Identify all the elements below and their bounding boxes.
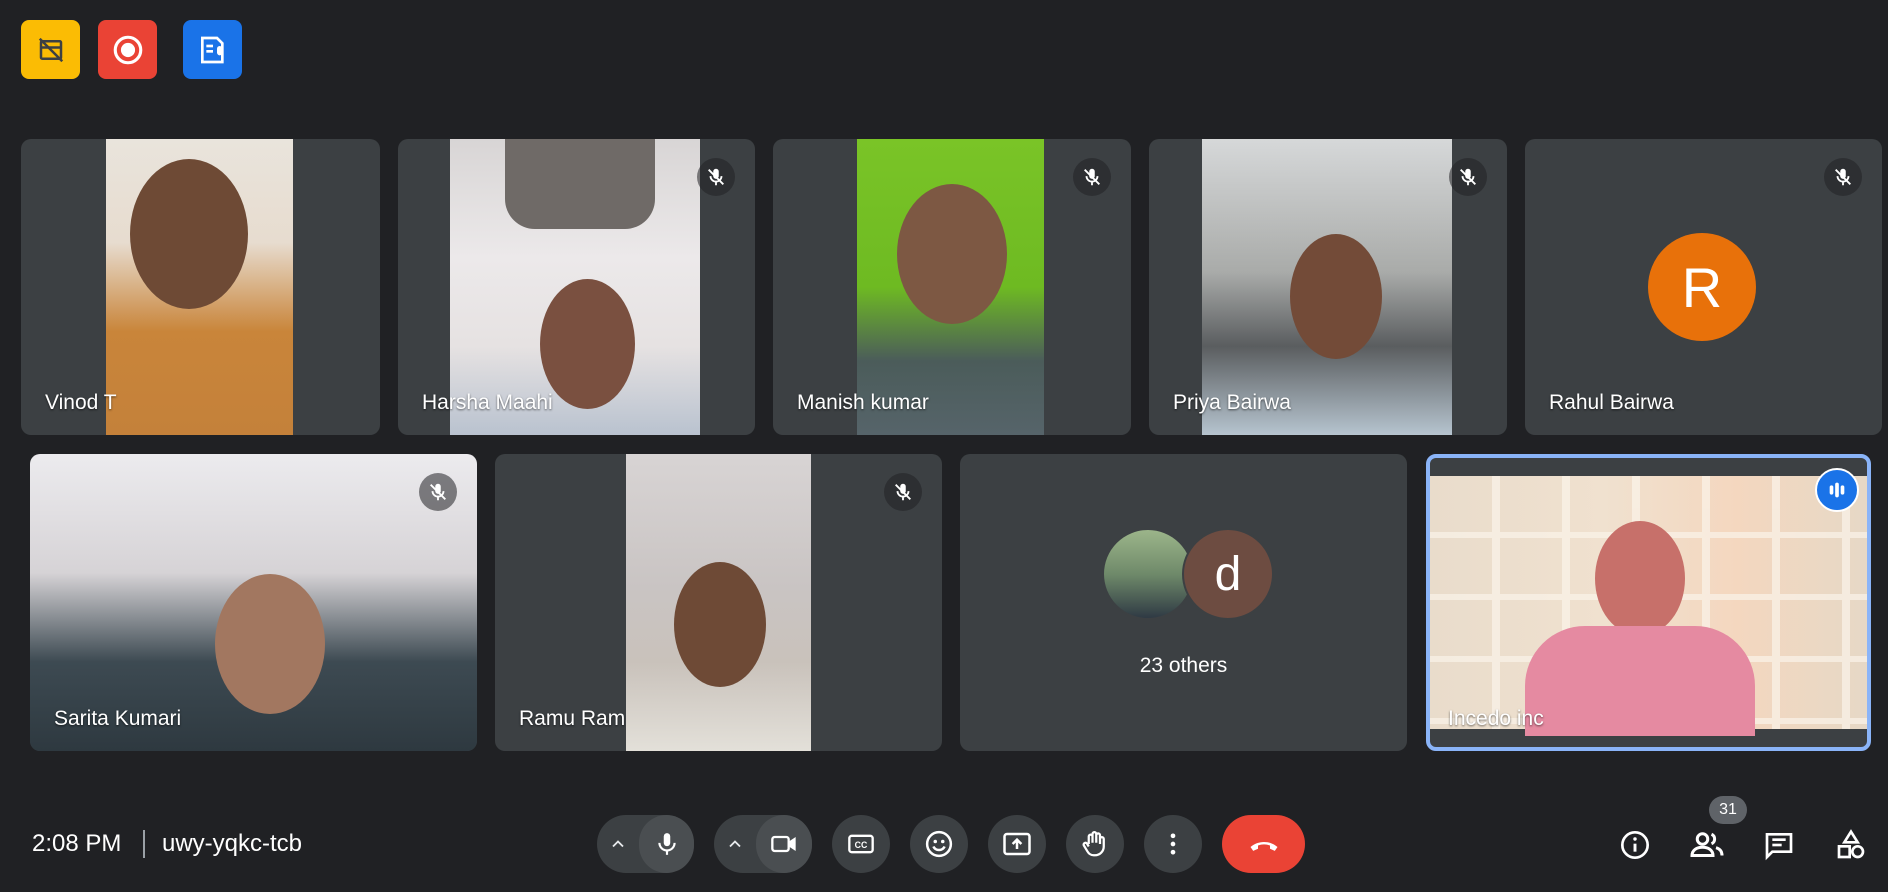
- people-count-badge: 31: [1709, 796, 1747, 824]
- raise-hand-button[interactable]: [1066, 815, 1124, 873]
- participant-avatar: R: [1648, 233, 1756, 341]
- muted-indicator: [419, 473, 457, 511]
- video-options-button[interactable]: [714, 834, 756, 854]
- camera-group: [714, 815, 812, 873]
- participant-tile-harsha-maahi[interactable]: Harsha Maahi: [398, 139, 755, 435]
- participant-tile-sarita-kumari[interactable]: Sarita Kumari: [30, 454, 477, 751]
- mic-off-icon: [1460, 168, 1476, 186]
- no-video-layout-icon: [38, 37, 63, 62]
- transcript-icon: [200, 36, 224, 63]
- shirt: [1525, 626, 1755, 736]
- participant-video: [626, 454, 811, 751]
- camera-button[interactable]: [756, 815, 812, 873]
- muted-indicator: [884, 473, 922, 511]
- captions-button[interactable]: CC: [832, 815, 890, 873]
- participant-tile-manish-kumar[interactable]: Manish kumar: [773, 139, 1131, 435]
- more-vert-icon: [1170, 833, 1176, 855]
- face-silhouette: [215, 574, 325, 714]
- no-video-indicator-button[interactable]: [21, 20, 80, 79]
- raise-hand-icon: [1082, 831, 1105, 857]
- end-call-button[interactable]: [1222, 815, 1305, 873]
- emoji-icon: [925, 830, 953, 858]
- mic-off-icon: [1835, 168, 1851, 186]
- face-silhouette: [1595, 521, 1685, 636]
- mic-off-icon: [430, 483, 446, 501]
- microphone-button[interactable]: [639, 815, 694, 873]
- audio-level-icon: [1829, 482, 1845, 498]
- meeting-code: uwy-yqkc-tcb: [162, 830, 303, 857]
- participant-tile-vinod-t[interactable]: Vinod T: [21, 139, 380, 435]
- present-icon: [1003, 832, 1031, 856]
- people-icon: [1690, 832, 1724, 857]
- chevron-up-icon: [612, 840, 624, 848]
- participant-video: [1430, 476, 1867, 736]
- avatar-letter: R: [1681, 255, 1723, 319]
- others-photo-avatar: [1102, 528, 1194, 620]
- participant-name: Manish kumar: [797, 391, 929, 414]
- participant-video: [106, 139, 293, 435]
- people-button[interactable]: [1682, 820, 1732, 870]
- chat-button[interactable]: [1754, 820, 1804, 870]
- activities-button[interactable]: [1826, 820, 1876, 870]
- meeting-details-button[interactable]: [1610, 820, 1660, 870]
- others-tile[interactable]: d 23 others: [960, 454, 1407, 751]
- hanging-clothes: [505, 139, 655, 229]
- avatar-letter: d: [1214, 547, 1242, 601]
- face-silhouette: [897, 184, 1007, 324]
- face-silhouette: [674, 562, 766, 687]
- divider: [143, 830, 145, 858]
- participant-tile-rahul-bairwa[interactable]: R Rahul Bairwa: [1525, 139, 1882, 435]
- audio-options-button[interactable]: [597, 834, 639, 854]
- svg-text:CC: CC: [855, 840, 868, 850]
- activities-icon: [1837, 829, 1865, 859]
- participant-name: Rahul Bairwa: [1549, 391, 1674, 414]
- participant-name: Sarita Kumari: [54, 707, 182, 730]
- microphone-group: [597, 815, 694, 873]
- face-silhouette: [130, 159, 248, 309]
- camera-icon: [771, 835, 796, 853]
- participant-tile-priya-bairwa[interactable]: Priya Bairwa: [1149, 139, 1507, 435]
- face-silhouette: [1290, 234, 1382, 359]
- meeting-time: 2:08 PM: [32, 830, 122, 857]
- participant-name: Harsha Maahi: [422, 391, 553, 414]
- mic-off-icon: [1084, 168, 1100, 186]
- present-button[interactable]: [988, 815, 1046, 873]
- transcript-indicator-button[interactable]: [183, 20, 242, 79]
- reactions-button[interactable]: [910, 815, 968, 873]
- muted-indicator: [1824, 158, 1862, 196]
- microphone-icon: [657, 833, 676, 855]
- mic-off-icon: [895, 483, 911, 501]
- end-call-icon: [1250, 841, 1277, 851]
- participant-tile-ramu-ram[interactable]: Ramu Ram: [495, 454, 942, 751]
- participant-name: Incedo inc: [1448, 707, 1544, 730]
- more-options-button[interactable]: [1144, 815, 1202, 873]
- chat-icon: [1765, 833, 1793, 861]
- mic-off-icon: [708, 168, 724, 186]
- participant-name: Ramu Ram: [519, 707, 626, 730]
- chevron-up-icon: [729, 840, 741, 848]
- record-icon: [113, 35, 142, 64]
- others-count-label: 23 others: [1139, 654, 1228, 677]
- participant-name: Priya Bairwa: [1173, 391, 1291, 414]
- others-letter-avatar: d: [1182, 528, 1274, 620]
- info-icon: [1621, 831, 1649, 859]
- captions-icon: CC: [848, 834, 874, 854]
- muted-indicator: [1073, 158, 1111, 196]
- recording-indicator-button[interactable]: [98, 20, 157, 79]
- muted-indicator: [1449, 158, 1487, 196]
- muted-indicator: [697, 158, 735, 196]
- participant-name: Vinod T: [45, 391, 117, 414]
- face-silhouette: [540, 279, 635, 409]
- participant-tile-incedo-inc[interactable]: Incedo inc: [1426, 454, 1871, 751]
- speaking-indicator: [1815, 468, 1859, 512]
